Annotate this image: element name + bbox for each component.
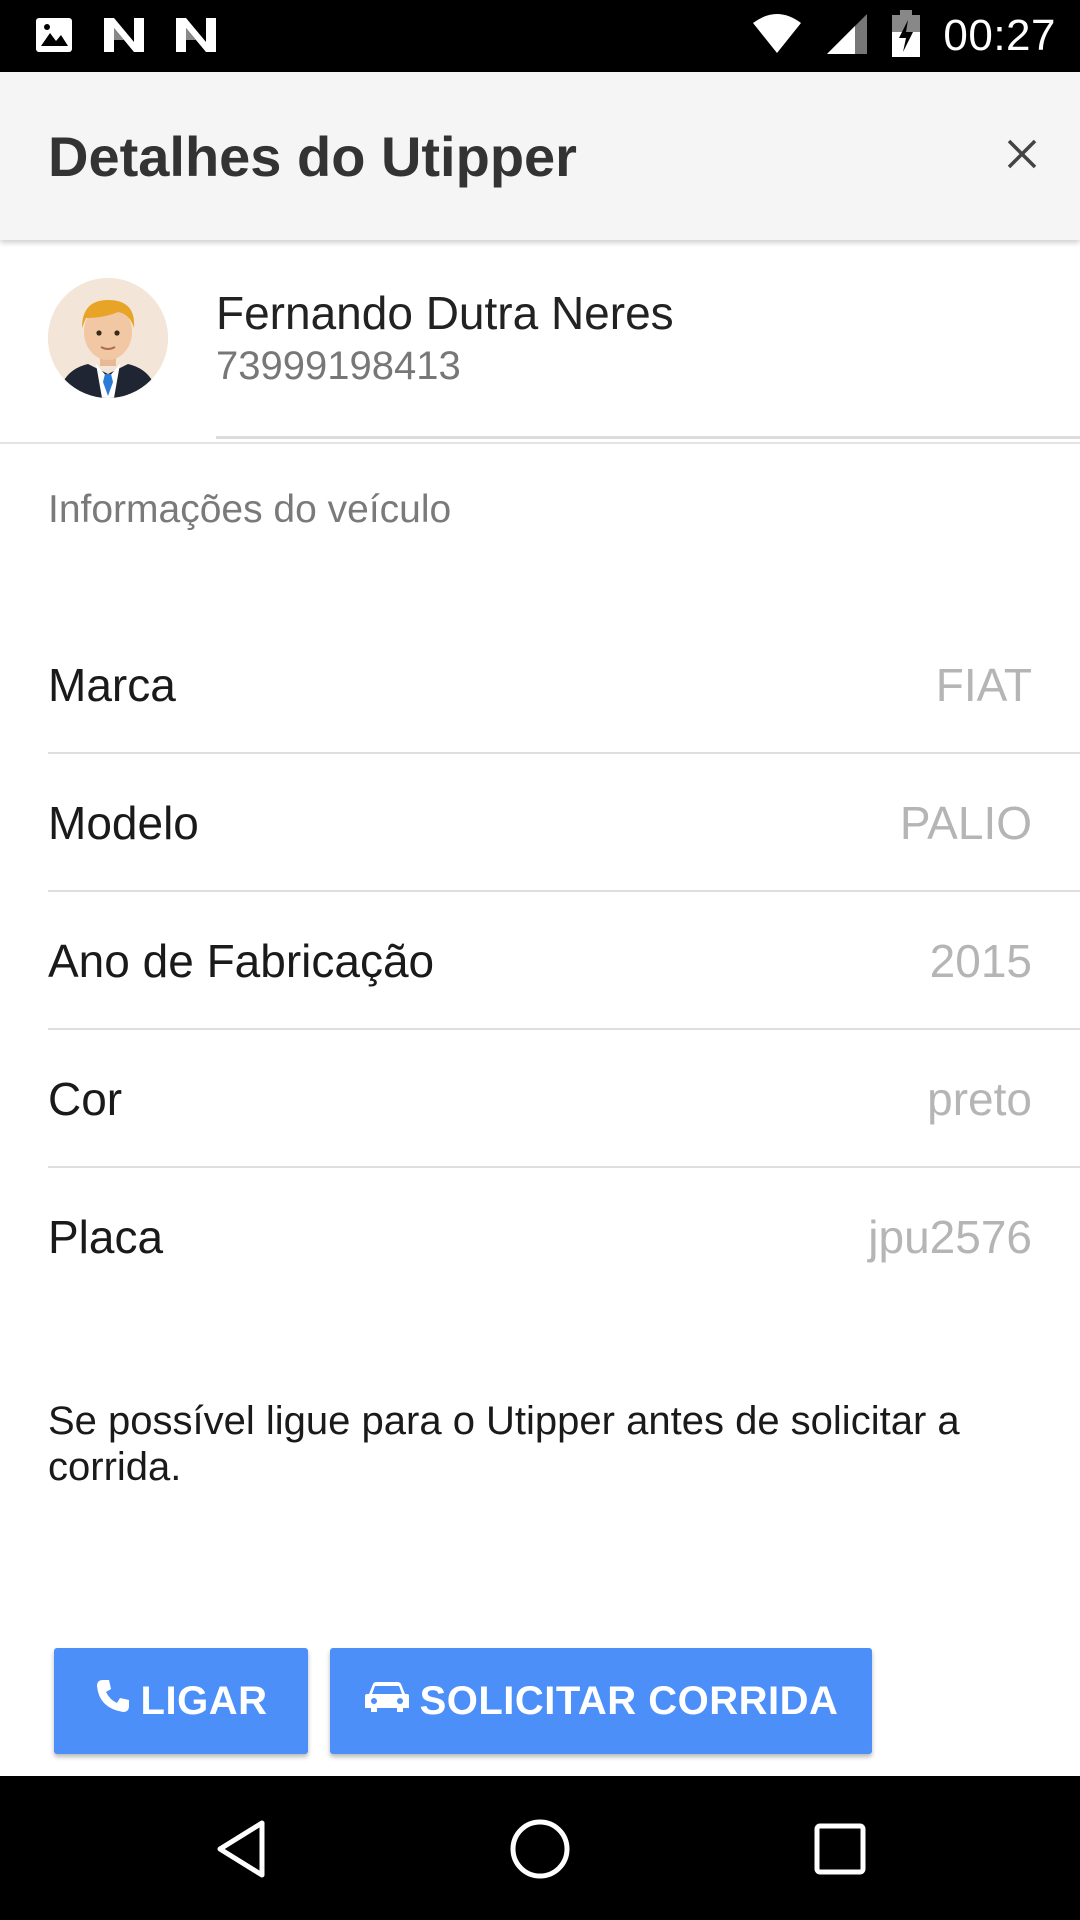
call-notice: Se possível ligue para o Utipper antes d… [48,1399,960,1489]
section-divider [0,442,1080,444]
request-ride-button[interactable]: SOLICITAR CORRIDA [330,1648,872,1754]
vehicle-row-label: Cor [48,1073,123,1125]
vehicle-row-value: 2015 [929,935,1032,987]
vehicle-row-cor: Cor preto [48,1030,1080,1168]
vehicle-row-label: Ano de Fabricação [48,935,435,987]
wifi-icon [751,13,803,60]
status-time: 00:27 [943,11,1056,60]
recents-icon [813,1822,867,1881]
vehicle-row-placa: Placa jpu2576 [48,1168,1080,1306]
request-ride-button-label: SOLICITAR CORRIDA [419,1678,839,1723]
system-nav-bar [0,1776,1080,1920]
vehicle-row-value: PALIO [899,797,1032,849]
vehicle-row-label: Placa [48,1211,164,1263]
driver-name: Fernando Dutra Neres [216,287,674,339]
battery-charging-icon [891,9,921,63]
page-title: Detalhes do Utipper [48,125,577,188]
phone-icon [95,1678,131,1724]
vehicle-row-label: Marca [48,659,176,711]
vehicle-row-value: FIAT [935,659,1032,711]
back-icon [214,1819,268,1884]
vehicle-row-value: jpu2576 [868,1211,1032,1263]
signal-icon [825,12,869,61]
close-icon [1006,138,1038,175]
image-icon [34,16,74,59]
vehicle-row-marca: Marca FIAT [48,616,1080,754]
profile-divider [216,436,1080,439]
close-button[interactable] [992,126,1052,186]
home-button[interactable] [505,1816,575,1886]
home-icon [509,1818,571,1885]
vehicle-row-modelo: Modelo PALIO [48,754,1080,892]
call-button-label: LIGAR [140,1678,268,1723]
back-button[interactable] [206,1816,276,1886]
status-bar: 00:27 [0,0,1080,72]
n-notification-icon [102,16,146,59]
recents-button[interactable] [805,1816,875,1886]
vehicle-row-ano: Ano de Fabricação 2015 [48,892,1080,1030]
vehicle-row-value: preto [927,1073,1032,1125]
driver-profile: Fernando Dutra Neres 73999198413 [0,240,1080,442]
vehicle-info-list: Marca FIAT Modelo PALIO Ano de Fabricaçã… [48,616,1080,1306]
n-notification-icon [174,16,218,59]
vehicle-section-title: Informações do veículo [48,488,452,531]
avatar-icon [48,278,168,398]
driver-phone: 73999198413 [216,344,461,388]
call-button[interactable]: LIGAR [54,1648,308,1754]
vehicle-row-label: Modelo [48,797,199,849]
dialog-header: Detalhes do Utipper [0,72,1080,240]
car-icon [364,1679,410,1724]
